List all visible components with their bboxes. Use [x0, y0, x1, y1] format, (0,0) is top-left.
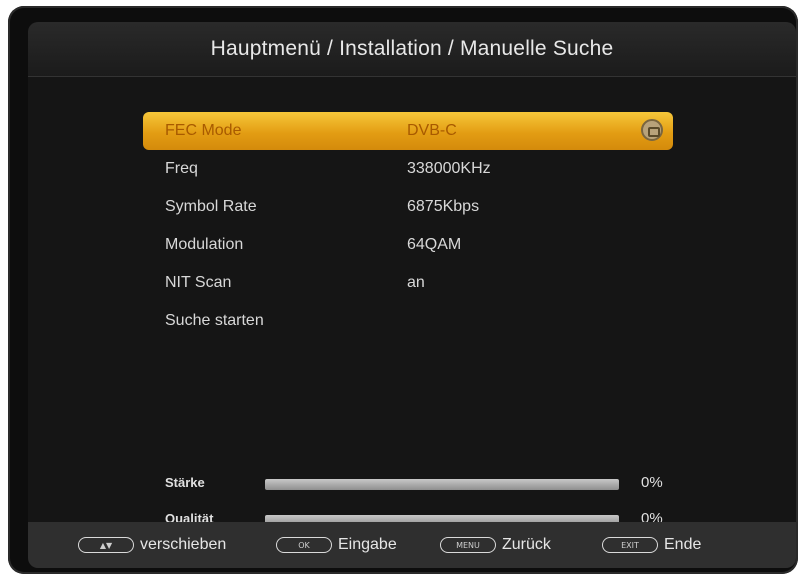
hint-label: verschieben — [140, 536, 227, 553]
menu-item-label: FEC Mode — [165, 122, 242, 139]
menu-item-modulation[interactable]: Modulation 64QAM — [143, 226, 673, 264]
menu-item-freq[interactable]: Freq 338000KHz — [143, 150, 673, 188]
menu-item-label: Freq — [165, 160, 198, 177]
hint-exit: EXIT Ende — [602, 522, 701, 568]
menu-list: FEC Mode DVB-C Freq 338000KHz Symbol Rat… — [143, 112, 673, 340]
page-title: Hauptmenü / Installation / Manuelle Such… — [210, 37, 614, 60]
menu-item-nit-scan[interactable]: NIT Scan an — [143, 264, 673, 302]
hint-move: ▲▼ verschieben — [78, 522, 226, 568]
signal-strength-bar — [265, 479, 619, 490]
footer-hints: ▲▼ verschieben OK Eingabe MENU Zurück EX… — [28, 522, 796, 568]
hint-label: Eingabe — [338, 536, 397, 553]
content-area: FEC Mode DVB-C Freq 338000KHz Symbol Rat… — [28, 77, 796, 527]
menu-item-value: DVB-C — [407, 122, 457, 139]
menu-item-label: Modulation — [165, 236, 244, 253]
hint-label: Ende — [664, 536, 702, 553]
menu-item-value: 6875Kbps — [407, 198, 480, 215]
osd-screen: Hauptmenü / Installation / Manuelle Such… — [28, 22, 796, 568]
menu-item-fec-mode[interactable]: FEC Mode DVB-C — [143, 112, 673, 150]
menu-item-symbol-rate[interactable]: Symbol Rate 6875Kbps — [143, 188, 673, 226]
menu-key-icon: MENU — [440, 537, 496, 553]
menu-item-start-search[interactable]: Suche starten — [143, 302, 673, 340]
signal-strength-percent: 0% — [641, 474, 663, 491]
hint-back: MENU Zurück — [440, 522, 551, 568]
menu-item-value: 338000KHz — [407, 160, 491, 177]
tv-frame: Hauptmenü / Installation / Manuelle Such… — [8, 6, 798, 574]
menu-item-value: an — [407, 274, 425, 291]
hint-enter: OK Eingabe — [276, 522, 397, 568]
exit-key-icon: EXIT — [602, 537, 658, 553]
hint-label: Zurück — [502, 536, 551, 553]
arrow-keys-icon: ▲▼ — [78, 537, 134, 553]
menu-item-label: Symbol Rate — [165, 198, 257, 215]
title-bar: Hauptmenü / Installation / Manuelle Such… — [28, 22, 796, 77]
menu-item-value: 64QAM — [407, 236, 462, 253]
signal-strength: Stärke 0% — [165, 469, 685, 499]
menu-item-label: NIT Scan — [165, 274, 232, 291]
edit-icon — [641, 119, 663, 141]
signal-strength-label: Stärke — [165, 475, 205, 490]
ok-key-icon: OK — [276, 537, 332, 553]
menu-item-label: Suche starten — [165, 312, 264, 329]
